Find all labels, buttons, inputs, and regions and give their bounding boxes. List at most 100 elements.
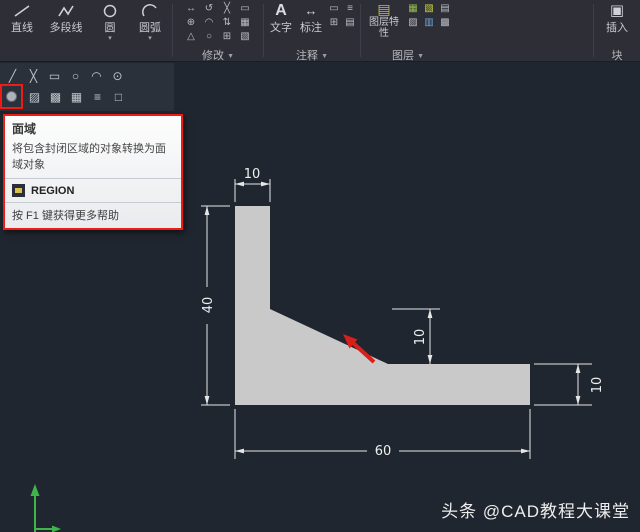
array-icon[interactable]: ▦	[236, 16, 254, 30]
rectangle-tool-icon[interactable]: ▭	[44, 69, 65, 83]
layer-walk-icon[interactable]: ▩	[437, 16, 453, 30]
leader-icon[interactable]: ▭	[326, 2, 342, 16]
dimension-icon: ↔	[305, 2, 318, 19]
dimension-button[interactable]: ↔ 标注	[296, 2, 326, 35]
watermark: 头条 @CAD教程大课堂	[441, 497, 630, 522]
draw-toolbar: ╱ ╳ ▭ ○ ◠ ⊙ ▨ ▩ ▦ ≡ □	[0, 63, 174, 111]
explode-icon[interactable]: ⊞	[218, 30, 236, 44]
line-button-label: 直线	[11, 19, 33, 35]
table-tool-icon[interactable]: ▦	[66, 90, 87, 104]
ribbon-panel-block: ▣ 插入 块	[594, 0, 640, 61]
dimension-chamfer: 10	[392, 309, 440, 364]
dim-left-label: 40	[201, 297, 216, 314]
block-panel-label[interactable]: 块	[596, 47, 638, 61]
tooltip-title: 面域	[5, 116, 181, 139]
layer-properties-button[interactable]: ▤ 图层特性	[363, 2, 405, 39]
insert-button[interactable]: ▣ 插入	[596, 2, 638, 35]
arc-icon	[142, 2, 158, 19]
trim-icon[interactable]: ╳	[218, 2, 236, 16]
hatch-tool-icon[interactable]: ▨	[24, 90, 45, 104]
dimension-right: 10	[534, 364, 605, 405]
multiline-tool-icon[interactable]: ≡	[87, 90, 108, 104]
layer-properties-label: 图层特性	[367, 17, 401, 39]
stretch-icon[interactable]: ⇅	[218, 16, 236, 30]
circle-icon	[102, 2, 118, 19]
donut-tool-icon[interactable]: ⊙	[107, 69, 128, 83]
annotate-panel-caret: ▼	[321, 53, 328, 60]
tooltip-command-name: REGION	[31, 185, 74, 197]
dimension-bottom: 60	[235, 409, 530, 459]
boundary-tool-icon[interactable]: □	[108, 90, 129, 104]
autocad-window: 直线 多段线 圆 ▾	[0, 0, 640, 532]
move-icon[interactable]: ↔	[182, 2, 200, 16]
construction-line-icon[interactable]: ╳	[23, 69, 44, 83]
gradient-tool-icon[interactable]: ▩	[45, 90, 66, 104]
layer-panel-caret: ▼	[417, 53, 424, 60]
region-button[interactable]	[2, 86, 21, 107]
annotate-panel-label[interactable]: 注释 ▼	[266, 47, 358, 61]
layer-lock-icon[interactable]: ▤	[437, 2, 453, 16]
insert-button-label: 插入	[606, 19, 628, 35]
tooltip-description: 将包含封闭区域的对象转换为面域对象	[5, 139, 181, 179]
line-icon	[13, 2, 31, 19]
l-profile-shape[interactable]	[235, 206, 530, 405]
polyline-button-label: 多段线	[50, 19, 83, 35]
arc-tool-icon[interactable]: ◠	[86, 69, 107, 83]
ribbon-panel-modify: ↔ ↺ ╳ ▭ ⊕ ◠ ⇅ ▦ △ ○ ⊞ ▧ 修改 ▼	[173, 0, 263, 61]
layer-panel-label[interactable]: 图层 ▼	[363, 47, 453, 61]
region-command-icon	[12, 184, 25, 197]
draw-toolbar-row-2: ▨ ▩ ▦ ≡ □	[2, 86, 172, 107]
ribbon: 直线 多段线 圆 ▾	[0, 0, 640, 62]
circle-button[interactable]: 圆 ▾	[90, 2, 130, 43]
drawing-area[interactable]: 10 40 10	[0, 63, 640, 532]
ribbon-panel-draw: 直线 多段线 圆 ▾	[0, 0, 172, 61]
offset-icon[interactable]: ▧	[236, 30, 254, 44]
arc-button[interactable]: 圆弧 ▾	[130, 2, 170, 43]
region-tooltip: 面域 将包含封闭区域的对象转换为面域对象 REGION 按 F1 键获得更多帮助	[3, 114, 183, 230]
dim-right-label: 10	[590, 377, 605, 394]
layer-isolate-icon[interactable]: ▥	[421, 16, 437, 30]
circle-button-label: 圆	[105, 19, 116, 35]
tooltip-help-text: 按 F1 键获得更多帮助	[5, 203, 181, 228]
line-button[interactable]: 直线	[2, 2, 42, 43]
line-tool-icon[interactable]: ╱	[2, 69, 23, 83]
scale-icon[interactable]: ○	[200, 30, 218, 44]
insert-block-icon: ▣	[610, 2, 624, 19]
circle-dropdown-caret[interactable]: ▾	[108, 35, 112, 43]
ucs-icon	[31, 484, 62, 532]
text-icon: A	[275, 2, 287, 19]
arc-button-label: 圆弧	[139, 19, 161, 35]
draw-toolbar-row-1: ╱ ╳ ▭ ○ ◠ ⊙	[2, 65, 172, 86]
polyline-button[interactable]: 多段线	[42, 2, 90, 43]
dimension-left: 40	[201, 206, 230, 405]
rotate-icon[interactable]: ↺	[200, 2, 218, 16]
arc-dropdown-caret[interactable]: ▾	[148, 35, 152, 43]
fillet-icon[interactable]: ◠	[200, 16, 218, 30]
dim-bottom-label: 60	[375, 444, 392, 459]
dimension-button-label: 标注	[300, 19, 322, 35]
copy-icon[interactable]: ⊕	[182, 16, 200, 30]
text-button[interactable]: A 文字	[266, 2, 296, 35]
mtext-icon[interactable]: ≡	[342, 2, 358, 16]
circle-tool-icon[interactable]: ○	[65, 69, 86, 83]
erase-icon[interactable]: ▭	[236, 2, 254, 16]
mirror-icon[interactable]: △	[182, 30, 200, 44]
modify-tools-grid: ↔ ↺ ╳ ▭ ⊕ ◠ ⇅ ▦ △ ○ ⊞ ▧	[175, 2, 261, 44]
dimension-top: 10	[235, 167, 270, 202]
annotation-style-icon[interactable]: ▤	[342, 16, 358, 30]
layer-on-icon[interactable]: ▦	[405, 2, 421, 16]
ribbon-panel-annotate: A 文字 ↔ 标注 ▭ ≡ ⊞ ▤ 注释 ▼	[264, 0, 360, 61]
layer-match-icon[interactable]: ▨	[405, 16, 421, 30]
layer-freeze-icon[interactable]: ▧	[421, 2, 437, 16]
modify-panel-caret: ▼	[227, 53, 234, 60]
annotate-tools-grid: ▭ ≡ ⊞ ▤	[326, 2, 358, 35]
region-icon	[6, 91, 17, 102]
draw-buttons-row: 直线 多段线 圆 ▾	[2, 2, 170, 43]
modify-panel-label[interactable]: 修改 ▼	[175, 47, 261, 61]
ribbon-panel-layer: ▤ 图层特性 ▦ ▧ ▤ ▨ ▥ ▩ 图层 ▼	[361, 0, 455, 61]
polyline-icon	[57, 2, 75, 19]
text-button-label: 文字	[270, 19, 292, 35]
table-icon[interactable]: ⊞	[326, 16, 342, 30]
dim-chamfer-label: 10	[413, 329, 428, 346]
tooltip-command-row: REGION	[5, 179, 181, 203]
